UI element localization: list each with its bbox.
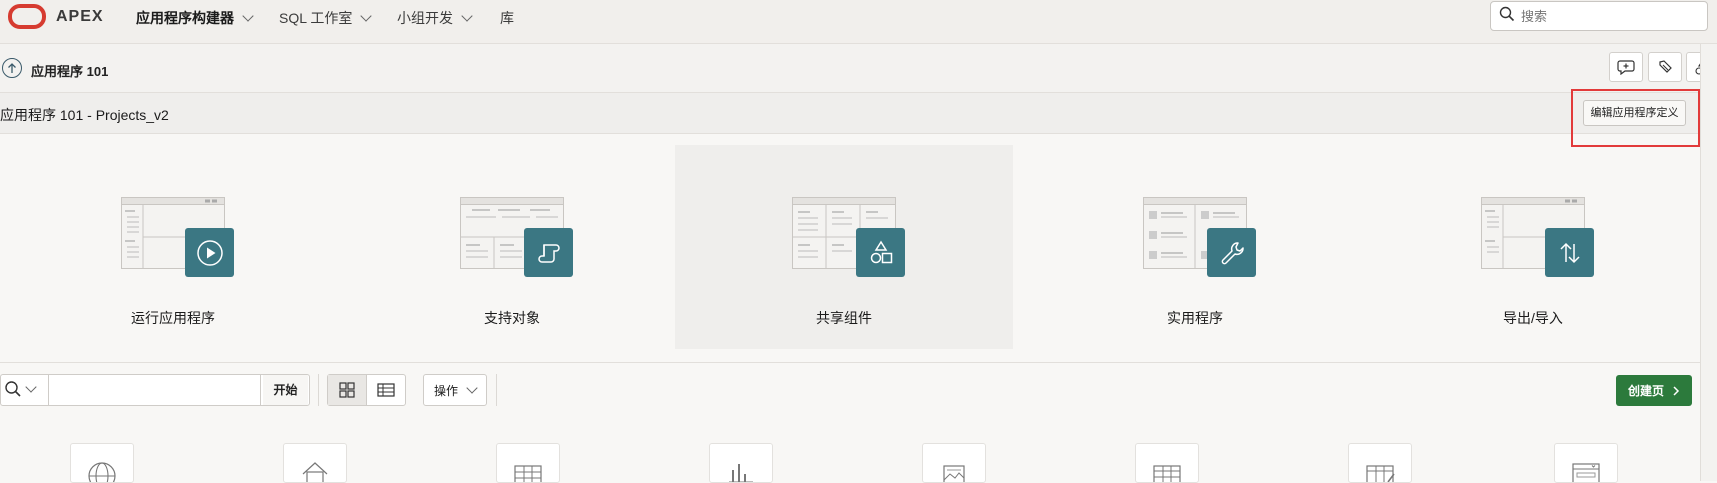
- nav-gallery[interactable]: 库: [500, 8, 514, 28]
- nav-sql-workshop[interactable]: SQL 工作室: [279, 8, 373, 28]
- table-icon: [514, 465, 542, 482]
- card-label: 运行应用程序: [131, 310, 215, 326]
- page-tile[interactable]: [1135, 443, 1199, 483]
- region-title: 应用程序 101 - Projects_v2: [0, 107, 169, 123]
- toolbar-divider: [318, 374, 319, 406]
- table-view-icon: [377, 383, 395, 397]
- scroll-icon: [524, 228, 573, 277]
- icon-view-button[interactable]: [328, 375, 367, 405]
- chart-icon: [729, 464, 753, 482]
- shapes-icon: [856, 228, 905, 277]
- page-tile[interactable]: [1348, 443, 1412, 483]
- card-utilities[interactable]: 实用程序: [1026, 145, 1364, 349]
- create-page-button[interactable]: 创建页: [1616, 375, 1692, 406]
- card-run-application[interactable]: 运行应用程序: [4, 145, 342, 349]
- page-tile[interactable]: [709, 443, 773, 483]
- card-label: 实用程序: [1167, 310, 1223, 326]
- global-search[interactable]: [1490, 1, 1708, 31]
- oracle-logo-icon[interactable]: [8, 4, 46, 29]
- report-view-button[interactable]: [367, 375, 405, 405]
- chevron-down-icon: [466, 382, 478, 394]
- search-icon: [1499, 6, 1515, 27]
- home-icon: [302, 462, 328, 482]
- flashlight-icon: [1659, 60, 1672, 73]
- page-tile[interactable]: [70, 443, 134, 483]
- chevron-down-icon: [242, 10, 254, 22]
- page-tile[interactable]: [496, 443, 560, 483]
- add-comment-button[interactable]: [1609, 52, 1643, 82]
- grid-icon: [1153, 465, 1181, 482]
- search-column-selector[interactable]: [4, 380, 37, 398]
- create-page-label: 创建页: [1627, 384, 1664, 398]
- page-tile[interactable]: [283, 443, 347, 483]
- comment-add-icon: [1617, 60, 1635, 75]
- image-icon: [943, 465, 965, 482]
- nav-app-builder[interactable]: 应用程序构建器: [136, 8, 254, 28]
- transfer-icon: [1545, 228, 1594, 277]
- chevron-down-icon: [360, 10, 373, 22]
- card-label: 支持对象: [484, 310, 540, 326]
- form-icon: [1572, 463, 1600, 482]
- region-header: [0, 93, 1700, 134]
- arrow-up-icon: [8, 63, 16, 73]
- page-tile[interactable]: [1554, 443, 1618, 483]
- nav-item-label: SQL 工作室: [279, 10, 353, 26]
- card-export-import[interactable]: 导出/导入: [1364, 145, 1702, 349]
- go-button[interactable]: 开始: [263, 375, 308, 405]
- side-panel-edge: [1700, 44, 1717, 481]
- grid-view-icon: [339, 382, 355, 398]
- toolbar-divider: [496, 374, 497, 406]
- nav-item-label: 库: [500, 10, 514, 26]
- brand-name[interactable]: APEX: [56, 8, 104, 26]
- page-tile[interactable]: [922, 443, 986, 483]
- globe-icon: [88, 462, 116, 482]
- search-icon: [5, 381, 21, 397]
- search-input[interactable]: [1519, 7, 1703, 25]
- wrench-icon: [1207, 228, 1256, 277]
- pages-search-input[interactable]: [48, 375, 261, 405]
- grid-edit-icon: [1366, 465, 1395, 482]
- navigate-up-button[interactable]: [2, 58, 22, 78]
- breadcrumb[interactable]: 应用程序 101: [31, 61, 108, 80]
- card-supporting-objects[interactable]: 支持对象: [343, 145, 681, 349]
- chevron-down-icon: [461, 10, 473, 22]
- view-mode-toggle: [327, 374, 406, 406]
- actions-menu-button[interactable]: 操作: [423, 374, 487, 406]
- nav-item-label: 小组开发: [397, 10, 453, 26]
- nav-item-label: 应用程序构建器: [136, 10, 234, 26]
- card-label: 共享组件: [816, 310, 872, 326]
- top-navigation-bar: APEX 应用程序构建器 SQL 工作室 小组开发 库: [0, 0, 1717, 44]
- card-shared-components[interactable]: 共享组件: [675, 145, 1013, 349]
- flashlight-button[interactable]: [1648, 52, 1682, 82]
- edit-application-definition-button[interactable]: 编辑应用程序定义: [1583, 100, 1686, 126]
- chevron-right-icon: [1673, 385, 1680, 396]
- card-label: 导出/导入: [1503, 310, 1563, 326]
- nav-team-development[interactable]: 小组开发: [397, 8, 473, 28]
- breadcrumb-bar: [0, 44, 1717, 93]
- actions-label: 操作: [433, 383, 458, 398]
- play-icon: [185, 228, 234, 277]
- chevron-down-icon: [25, 381, 37, 393]
